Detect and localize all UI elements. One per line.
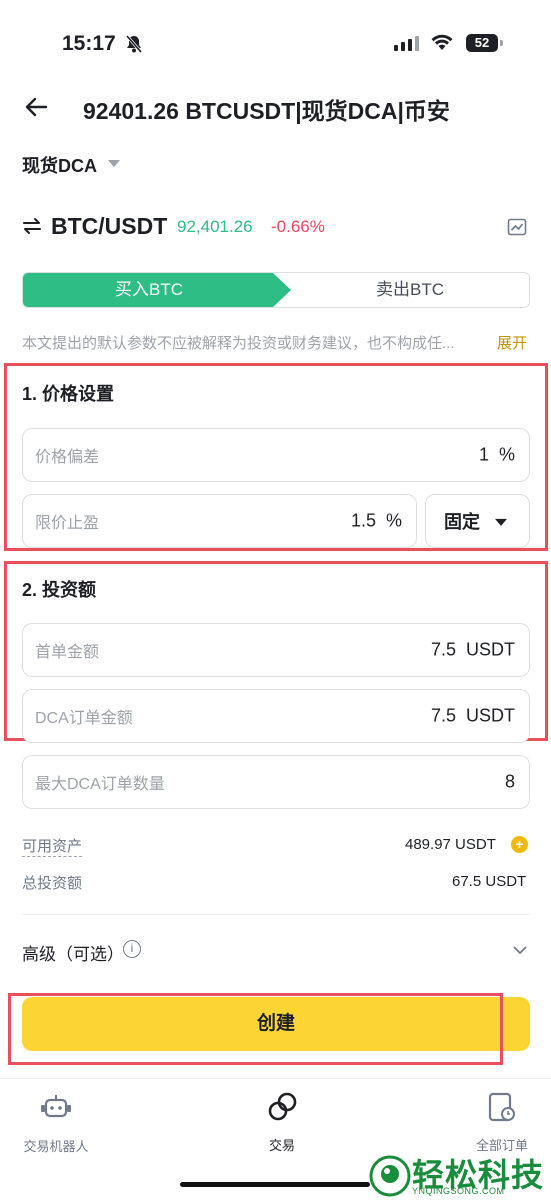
orders-icon — [488, 1092, 515, 1122]
take-profit-field[interactable]: 限价止盈 1.5% — [22, 494, 417, 548]
wifi-icon — [430, 33, 454, 56]
mode-selector[interactable]: 现货DCA — [22, 152, 97, 178]
total-value: 67.5 USDT — [452, 873, 527, 890]
price-deviation-field[interactable]: 价格偏差 1% — [22, 428, 530, 482]
chart-icon[interactable] — [507, 217, 527, 242]
caret-down-icon[interactable] — [108, 160, 120, 167]
nav-item-bots[interactable]: 交易机器人 — [10, 1093, 102, 1155]
nav-label: 交易机器人 — [23, 1139, 89, 1154]
nav-item-orders[interactable]: 全部订单 — [456, 1092, 548, 1154]
unit: USDT — [466, 639, 515, 660]
bottom-nav-border — [0, 1078, 551, 1079]
pair-change: -0.66% — [271, 217, 325, 236]
field-label: DCA订单金额 — [35, 710, 133, 727]
price-deviation-input[interactable]: 1 — [479, 445, 489, 466]
page-title: 92401.26 BTCUSDT|现货DCA|币安 — [83, 98, 450, 124]
divider — [22, 914, 530, 915]
advanced-toggle[interactable]: 高级（可选） — [22, 940, 124, 965]
max-orders-field[interactable]: 最大DCA订单数量 8 — [22, 755, 530, 809]
field-label: 限价止盈 — [35, 515, 100, 532]
take-profit-mode-select[interactable]: 固定 — [425, 494, 530, 548]
chevron-down-icon[interactable] — [513, 942, 527, 960]
watermark-logo-icon — [368, 1150, 412, 1203]
trade-icon — [268, 1092, 297, 1121]
robot-icon — [41, 1095, 71, 1118]
unit: USDT — [466, 705, 515, 726]
nav-label: 交易 — [268, 1138, 295, 1153]
first-order-field[interactable]: 首单金额 7.5 USDT — [22, 623, 530, 677]
swap-icon[interactable] — [22, 217, 42, 240]
add-funds-icon[interactable]: + — [511, 836, 528, 853]
tab-buy[interactable]: 买入BTC — [23, 273, 291, 307]
bell-muted-icon — [124, 34, 144, 59]
available-value: 489.97 USDT — [405, 836, 496, 853]
status-time: 15:17 — [62, 32, 116, 55]
field-label: 首单金额 — [35, 644, 100, 661]
battery-icon: 52 — [466, 34, 498, 52]
field-label: 价格偏差 — [35, 449, 100, 466]
home-indicator — [180, 1182, 370, 1187]
watermark-subtext: YNQINGSONG.COM — [412, 1186, 505, 1196]
available-label: 可用资产 — [22, 835, 83, 857]
field-label: 最大DCA订单数量 — [35, 776, 165, 793]
disclaimer-text: 本文提出的默认参数不应被解释为投资或财务建议，也不构成任... — [22, 335, 455, 352]
unit: % — [498, 444, 515, 465]
take-profit-input[interactable]: 1.5 — [351, 511, 376, 532]
battery-tip — [500, 40, 503, 46]
highlight-box-create — [8, 993, 503, 1065]
investment-title: 2. 投资额 — [22, 580, 97, 600]
cellular-signal-icon — [394, 36, 419, 51]
trading-pair[interactable]: BTC/USDT — [51, 213, 167, 240]
select-value: 固定 — [444, 512, 480, 532]
nav-item-trade[interactable]: 交易 — [236, 1090, 328, 1154]
first-order-input[interactable]: 7.5 — [431, 640, 456, 661]
back-arrow-icon[interactable] — [24, 96, 48, 123]
dca-order-input[interactable]: 7.5 — [431, 706, 456, 727]
total-label: 总投资额 — [22, 875, 83, 892]
expand-link[interactable]: 展开 — [497, 332, 527, 353]
pair-price: 92,401.26 — [177, 217, 253, 236]
dca-order-field[interactable]: DCA订单金额 7.5 USDT — [22, 689, 530, 743]
tab-sell[interactable]: 卖出BTC — [291, 273, 529, 307]
buy-sell-tabs: 买入BTC 卖出BTC — [22, 272, 530, 308]
caret-down-icon — [495, 518, 507, 526]
price-settings-title: 1. 价格设置 — [22, 384, 115, 404]
info-icon[interactable]: i — [123, 940, 141, 958]
unit: % — [385, 510, 402, 531]
max-orders-input[interactable]: 8 — [505, 772, 515, 793]
